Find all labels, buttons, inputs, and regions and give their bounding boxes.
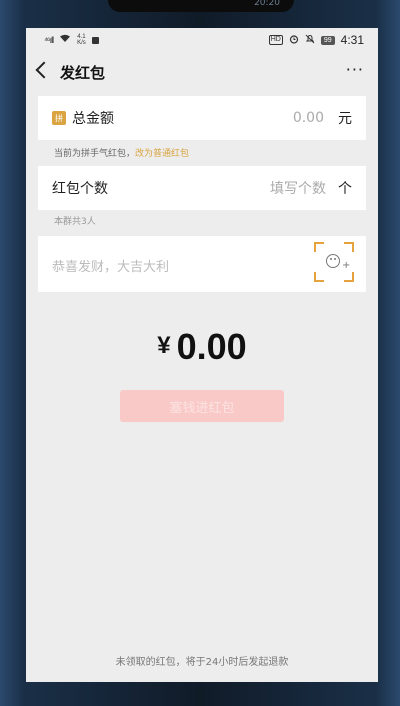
- yuan-symbol: ¥: [157, 332, 171, 359]
- alarm-icon: [289, 34, 299, 47]
- back-arrow-icon[interactable]: [35, 61, 53, 79]
- total-amount-label: 总金额: [72, 111, 114, 127]
- notification-icon: [91, 36, 99, 44]
- emoji-face-icon: [326, 254, 340, 268]
- refund-notice: 未领取的红包，将于24小时后发起退款: [115, 657, 289, 668]
- page-title: 发红包: [60, 64, 106, 82]
- hd-icon: HD: [268, 35, 283, 45]
- status-bar: ⁴⁶ıll 4.1 K/s HD 99 4:31: [26, 28, 378, 52]
- send-red-packet-button[interactable]: 塞钱进红包: [120, 390, 284, 422]
- group-member-count: 本群共3人: [54, 217, 96, 227]
- network-speed-unit: K/s: [77, 40, 86, 46]
- highlight-corner: [314, 272, 324, 282]
- packet-count-input[interactable]: 填写个数: [270, 178, 326, 198]
- highlight-corner: [344, 242, 354, 252]
- total-value: 0.00: [176, 326, 247, 367]
- total-display: ¥0.00: [26, 326, 378, 368]
- network-speed: 4.1 K/s: [77, 34, 86, 46]
- add-emoji-button[interactable]: +: [314, 242, 354, 282]
- more-options-icon[interactable]: ···: [346, 60, 364, 79]
- highlight-corner: [344, 272, 354, 282]
- mute-bell-icon: [305, 34, 315, 47]
- total-amount-field[interactable]: 拼 总金额 0.00 元: [38, 96, 366, 140]
- status-time: 4:31: [340, 33, 364, 47]
- pin-badge-icon: 拼: [52, 111, 66, 125]
- notch-time: 20:20: [254, 0, 280, 8]
- packet-count-label: 红包个数: [52, 181, 108, 197]
- wifi-icon: [59, 34, 71, 46]
- count-unit: 个: [338, 181, 352, 197]
- greeting-message-field[interactable]: 恭喜发财，大吉大利 +: [38, 236, 366, 292]
- currency-unit: 元: [338, 111, 352, 127]
- signal-icon: ⁴⁶ıll: [44, 35, 54, 45]
- packet-count-field[interactable]: 红包个数 填写个数 个: [38, 166, 366, 210]
- battery-icon: 99: [320, 35, 335, 45]
- screen: ⁴⁶ıll 4.1 K/s HD 99 4:31 发红包 ··· 拼 总金额 0…: [26, 28, 378, 682]
- nav-bar: 发红包 ···: [26, 52, 378, 92]
- switch-to-normal-packet-link[interactable]: 改为普通红包: [135, 149, 189, 159]
- packet-type-text: 当前为拼手气红包，: [54, 149, 136, 159]
- camera-notch: 20:20: [108, 0, 294, 12]
- total-amount-input[interactable]: 0.00: [293, 110, 324, 126]
- greeting-message-input[interactable]: 恭喜发财，大吉大利: [52, 256, 169, 275]
- phone-frame: 20:20 ⁴⁶ıll 4.1 K/s HD 99 4:31 发红包 ··· 拼…: [0, 0, 400, 706]
- highlight-corner: [314, 242, 324, 252]
- packet-type-hint: 当前为拼手气红包，改为普通红包: [54, 146, 366, 160]
- plus-icon: +: [342, 260, 351, 271]
